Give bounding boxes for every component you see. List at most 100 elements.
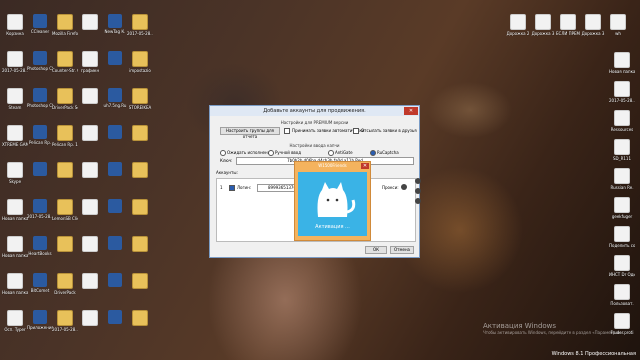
desktop-icon[interactable]: LemonSB Client [52,199,78,229]
desktop-icon[interactable]: XTREME GAMI... [2,125,28,155]
desktop-icon[interactable] [77,14,103,44]
radio-icon[interactable] [220,150,226,156]
desktop-icon[interactable]: Photoshop CS6 wid. [27,51,53,81]
desktop-icon[interactable] [77,162,103,192]
desktop-icon[interactable] [127,162,153,192]
desktop-icon[interactable]: NewTag К. [102,14,128,44]
desktop-icon[interactable] [52,162,78,192]
desktop-icon[interactable] [102,310,128,340]
desktop-icon[interactable]: HeartBooks [27,236,53,266]
desktop-icon[interactable] [102,236,128,266]
desktop-icon-glyph [132,199,148,215]
desktop-icon[interactable]: Skype [2,162,28,192]
desktop-icon[interactable] [77,310,103,340]
desktop-icon[interactable] [102,199,128,229]
desktop-icon[interactable] [127,199,153,229]
desktop-icon[interactable]: wh [605,14,631,44]
desktop-icon[interactable]: 2017-05-28... [27,199,53,229]
desktop-icon[interactable]: ЕСЛИ ПРЕМ [555,14,581,44]
desktop-icon-glyph [33,199,47,213]
desktop-icon[interactable]: Пользоват. [609,284,635,314]
checkbox-box[interactable] [284,128,290,134]
desktop-icon[interactable]: Mozilla Firefox [52,14,78,44]
desktop-icon[interactable]: Новая папка [609,52,635,82]
desktop-icon[interactable] [77,273,103,303]
desktop-icon[interactable] [127,310,153,340]
desktop-icon[interactable]: Новая папка [2,273,28,303]
desktop-icon[interactable]: Russian Re. [609,168,635,198]
desktop-icon[interactable] [77,125,103,155]
desktop-icon[interactable]: 2017-05-28... [52,310,78,340]
desktop-icon[interactable]: DriverPack [52,273,78,303]
radio-icon[interactable] [268,150,274,156]
desktop-icon[interactable] [77,236,103,266]
account-row-checkbox[interactable] [229,185,237,191]
desktop-icon[interactable]: impostazio [127,51,153,81]
desktop-icon-glyph [57,88,73,104]
close-button[interactable]: ✕ [404,107,418,115]
popup-close-button[interactable]: ✕ [361,163,369,169]
desktop-icon-glyph [560,14,576,30]
radio-icon[interactable] [370,150,376,156]
desktop-icon[interactable]: Дорожка 3 [530,14,556,44]
desktop-icon[interactable]: Корзина [2,14,28,44]
desktop-icon[interactable] [52,236,78,266]
cancel-button[interactable]: Отмена [390,246,414,254]
desktop-icon[interactable]: geekfuger [609,197,635,227]
settings-account-icon[interactable] [415,188,421,194]
radio-icon[interactable] [328,150,334,156]
desktop-icon[interactable] [127,273,153,303]
desktop-icon[interactable]: DriverPack Solution [52,88,78,118]
desktop-icon[interactable]: uh7.5ng.Ru [102,88,128,118]
desktop-icon[interactable]: Counter-Str. Global Off. [52,51,78,81]
desktop-icon[interactable]: 2017-05-28... [127,14,153,44]
desktop-icon[interactable] [27,162,53,192]
desktop-icon[interactable]: ИНСТ Dr Одинэнси [609,255,635,285]
desktop-icon[interactable]: 2017-05-28... [2,51,28,81]
desktop-icon[interactable]: Ressources [609,110,635,140]
ok-button[interactable]: ОК [365,246,387,254]
desktop-icon-glyph [108,51,122,65]
captcha-mode-antigate[interactable]: AntiGate [328,150,353,156]
captcha-mode-manual[interactable]: Ручной ввод [268,150,301,156]
captcha-mode-rucaptcha[interactable]: RuCaptcha [370,150,399,156]
desktop-icon[interactable]: SD_R111 [609,139,635,169]
desktop-icon-label: XTREME GAMI... [2,142,28,147]
desktop-icon[interactable] [77,88,103,118]
desktop-icon[interactable]: графикн [77,51,103,81]
desktop-icon[interactable]: CCleaner [27,14,53,44]
desktop-icon[interactable]: BitComet [27,273,53,303]
desktop-icon[interactable]: Новая папка [2,199,28,229]
desktop-icon[interactable]: Pelican Rp. 112.114 ... [52,125,78,155]
desktop-icon[interactable]: 2017-05-28... [609,81,635,111]
desktop-icon[interactable]: Осп. Typer [2,310,28,340]
desktop-icon-label: 2017-05-28... [27,214,53,219]
desktop-icon[interactable]: Поделить сообщения [609,226,635,256]
desktop-icon[interactable] [102,51,128,81]
desktop-icon[interactable] [127,125,153,155]
desktop-icon[interactable]: Новая папка [2,236,28,266]
desktop-icon[interactable]: Pelican Rp. [27,125,53,155]
desktop-icon[interactable] [102,162,128,192]
send-requests-checkbox[interactable]: Отсылать заявки в друзья [353,128,417,134]
desktop-icon[interactable]: Дорожка 2 [505,14,531,44]
groups-button[interactable]: Настроить группы для отчета [220,127,280,139]
desktop-icon-glyph [57,199,73,215]
desktop-icon[interactable] [127,236,153,266]
checkbox-box[interactable] [353,128,359,134]
desktop-icon[interactable]: Дорожка 3 [580,14,606,44]
desktop-icon[interactable]: Приложения Windows [27,310,53,340]
desktop-icon-glyph [108,273,122,287]
desktop-icon[interactable] [102,273,128,303]
desktop-icon[interactable]: Photoshop CS6 [27,88,53,118]
desktop-icon[interactable]: STOREIKEA [127,88,153,118]
delete-account-icon[interactable] [415,198,421,204]
desktop-icon[interactable]: Steam [2,88,28,118]
desktop-icon[interactable] [102,125,128,155]
captcha-mode-wait[interactable]: Ожидать исполнения [220,150,273,156]
add-account-icon[interactable] [415,178,421,184]
checkbox-box[interactable] [229,185,235,191]
desktop-icon-label: Pelican Rp. [29,140,51,145]
remove-account-icon[interactable] [401,184,407,190]
desktop-icon[interactable] [77,199,103,229]
